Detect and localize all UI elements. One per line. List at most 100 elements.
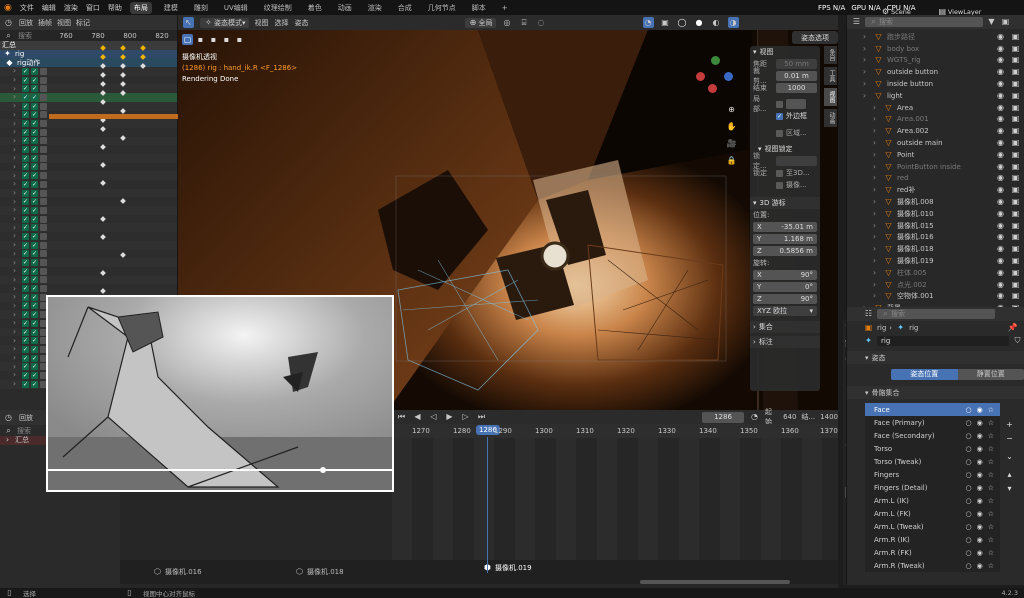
channel-mute-checkbox[interactable]: ✓ xyxy=(31,111,38,119)
channel-visible-checkbox[interactable]: ✓ xyxy=(22,232,29,240)
outliner-item[interactable]: › ▽ light ◉ ▣ xyxy=(847,90,1024,102)
region-checkbox[interactable] xyxy=(776,129,783,137)
select-menu[interactable]: 选择 xyxy=(275,18,289,28)
cursor-rz-field[interactable]: Z 90° xyxy=(750,293,820,305)
channel-visible-checkbox[interactable]: ✓ xyxy=(22,85,29,93)
keyframe[interactable] xyxy=(100,72,106,78)
zoom-icon[interactable]: ⊕ xyxy=(726,104,737,115)
visibility-eye-icon[interactable]: ◉ xyxy=(977,536,983,544)
visibility-eye-icon[interactable]: ◉ xyxy=(977,510,983,518)
channel-mute-checkbox[interactable]: ✓ xyxy=(31,302,38,310)
visibility-eye-icon[interactable]: ◉ xyxy=(995,138,1006,149)
outliner-item[interactable]: › ▽ 摄像机.016 ◉ ▣ xyxy=(847,232,1024,244)
pose-menu[interactable]: 姿态 xyxy=(295,18,309,28)
star-icon[interactable]: ☆ xyxy=(988,419,994,427)
channel-mute-checkbox[interactable]: ✓ xyxy=(31,354,38,362)
star-icon[interactable]: ☆ xyxy=(988,549,994,557)
channel-visible-checkbox[interactable]: ✓ xyxy=(22,128,29,136)
star-icon[interactable]: ☆ xyxy=(988,510,994,518)
channel-visible-checkbox[interactable]: ✓ xyxy=(22,293,29,301)
channel-mute-checkbox[interactable]: ✓ xyxy=(31,345,38,353)
expand-arrow-icon[interactable]: › xyxy=(859,67,870,78)
outliner-item[interactable]: › ▽ Point ◉ ▣ xyxy=(847,149,1024,161)
workspace-tab-modeling[interactable]: 建模 xyxy=(160,2,182,14)
lock-camera-checkbox[interactable] xyxy=(776,181,783,189)
bone-collection-item[interactable]: Face (Primary) ○ ◉ ☆ xyxy=(865,416,1000,429)
lock-camera-toggle[interactable]: 摄像... xyxy=(750,179,820,191)
outliner-item[interactable]: › ▽ PointButton inside ◉ ▣ xyxy=(847,161,1024,173)
select-box-icon[interactable]: ▢ xyxy=(182,34,193,45)
channel-lock-checkbox[interactable] xyxy=(40,111,47,119)
channel-lock-checkbox[interactable] xyxy=(40,154,47,162)
armature-name-field[interactable]: rig xyxy=(877,335,1009,346)
view-menu[interactable]: 视图 xyxy=(57,18,71,28)
star-icon[interactable]: ☆ xyxy=(988,458,994,466)
bone-collections-header[interactable]: ▾ 骨骼集合 xyxy=(847,386,1024,399)
channel-mute-checkbox[interactable]: ✓ xyxy=(31,137,38,145)
expand-arrow-icon[interactable]: › xyxy=(869,208,880,219)
render-camera-icon[interactable]: ▣ xyxy=(1010,197,1021,208)
workspace-tab-scripting[interactable]: 脚本 xyxy=(468,2,490,14)
channel-lock-checkbox[interactable] xyxy=(40,285,47,293)
channel-lock-checkbox[interactable] xyxy=(40,206,47,214)
clip-end-field[interactable]: 结束 1000 xyxy=(750,82,820,94)
render-camera-icon[interactable]: ▣ xyxy=(1010,126,1021,137)
tab-tool[interactable]: 工具 xyxy=(824,67,837,85)
visibility-eye-icon[interactable]: ◉ xyxy=(995,232,1006,243)
end-frame-value[interactable]: 1400 xyxy=(820,413,838,421)
keyframe[interactable] xyxy=(100,45,106,51)
pose-panel-header[interactable]: ▾ 姿态 xyxy=(847,351,1024,364)
expand-arrow-icon[interactable]: › xyxy=(869,114,880,125)
solo-dot-icon[interactable]: ○ xyxy=(966,536,972,544)
visibility-eye-icon[interactable]: ◉ xyxy=(977,523,983,531)
expand-arrow-icon[interactable]: › xyxy=(859,55,870,66)
visibility-eye-icon[interactable]: ◉ xyxy=(977,484,983,492)
channel-visible-checkbox[interactable]: ✓ xyxy=(22,319,29,327)
remove-bone-collection-icon[interactable]: − xyxy=(1004,433,1015,444)
outliner-item[interactable]: › ▽ Area ◉ ▣ xyxy=(847,102,1024,114)
star-icon[interactable]: ☆ xyxy=(988,562,994,570)
render-camera-icon[interactable]: ▣ xyxy=(1010,256,1021,267)
view-menu[interactable]: 视图 xyxy=(255,18,269,28)
keyframe[interactable] xyxy=(100,54,106,60)
render-camera-icon[interactable]: ▣ xyxy=(1010,220,1021,231)
channel-visible-checkbox[interactable]: ✓ xyxy=(22,93,29,101)
local-camera-checkbox[interactable] xyxy=(776,100,783,108)
channel-mute-checkbox[interactable]: ✓ xyxy=(31,241,38,249)
outliner-item[interactable]: › ▽ 摄像机.018 ◉ ▣ xyxy=(847,243,1024,255)
channel-mute-checkbox[interactable]: ✓ xyxy=(31,215,38,223)
channel-lock-checkbox[interactable] xyxy=(40,76,47,84)
channel-visible-checkbox[interactable]: ✓ xyxy=(22,250,29,258)
outliner-item[interactable]: › ▽ outside button ◉ ▣ xyxy=(847,66,1024,78)
menu-file[interactable]: 文件 xyxy=(20,3,34,13)
solo-dot-icon[interactable]: ○ xyxy=(966,523,972,531)
visibility-eye-icon[interactable]: ◉ xyxy=(995,31,1006,42)
channel-lock-checkbox[interactable] xyxy=(40,250,47,258)
channel-visible-checkbox[interactable]: ✓ xyxy=(22,198,29,206)
channel-lock-checkbox[interactable] xyxy=(40,120,47,128)
new-collection-icon[interactable]: ▣ xyxy=(1000,17,1011,28)
solo-dot-icon[interactable]: ○ xyxy=(966,562,972,570)
channel-visible-checkbox[interactable]: ✓ xyxy=(22,285,29,293)
tab-view[interactable]: 视图 xyxy=(824,88,837,106)
camera-view-icon[interactable]: 🎥 xyxy=(726,138,737,149)
channel-mute-checkbox[interactable]: ✓ xyxy=(31,363,38,371)
star-icon[interactable]: ☆ xyxy=(988,536,994,544)
bone-collection-list[interactable]: Face ○ ◉ ☆ Face (Primary) ○ ◉ ☆ Face (Secondary)… xyxy=(865,403,1000,572)
bone-collection-item[interactable]: Arm.R (IK) ○ ◉ ☆ xyxy=(865,533,1000,546)
render-camera-icon[interactable]: ▣ xyxy=(1010,267,1021,278)
bone-collection-item[interactable]: Fingers (Detail) ○ ◉ ☆ xyxy=(865,481,1000,494)
channel-mute-checkbox[interactable]: ✓ xyxy=(31,380,38,388)
solo-dot-icon[interactable]: ○ xyxy=(966,406,972,414)
gizmo-y-icon[interactable] xyxy=(724,72,733,81)
visibility-eye-icon[interactable]: ◉ xyxy=(995,55,1006,66)
expand-arrow-icon[interactable]: › xyxy=(869,244,880,255)
keyframe[interactable] xyxy=(120,63,126,69)
storyboard-reference-image[interactable] xyxy=(46,295,394,492)
keyframe[interactable] xyxy=(120,90,126,96)
channel-lock-checkbox[interactable] xyxy=(40,128,47,136)
bone-collection-item[interactable]: Arm.R (FK) ○ ◉ ☆ xyxy=(865,546,1000,559)
visibility-eye-icon[interactable]: ◉ xyxy=(995,79,1006,90)
menu-edit[interactable]: 编辑 xyxy=(42,3,56,13)
outliner-item[interactable]: › ▽ outside main ◉ ▣ xyxy=(847,137,1024,149)
